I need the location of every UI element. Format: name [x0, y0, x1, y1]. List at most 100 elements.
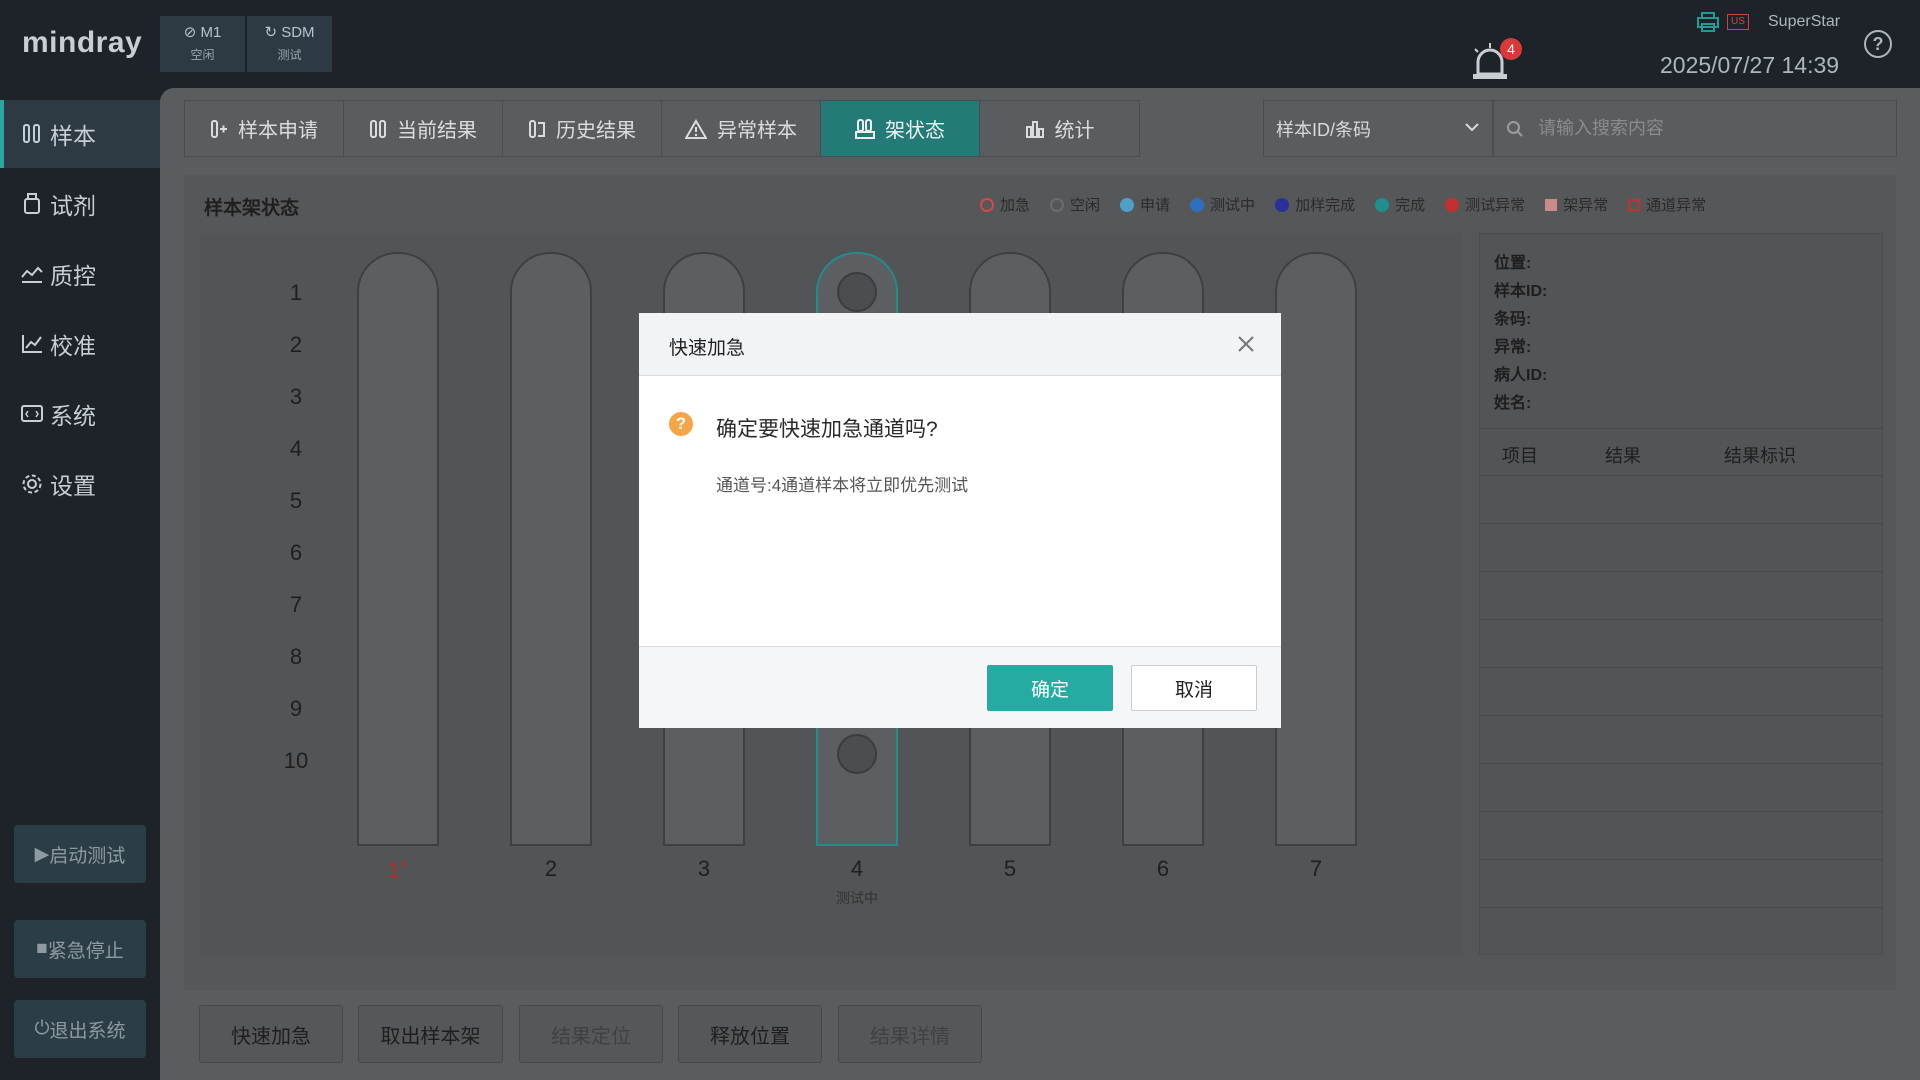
row-number: 3: [289, 384, 303, 409]
tab-current-results[interactable]: 当前结果: [344, 101, 503, 156]
help-icon[interactable]: ?: [1864, 30, 1892, 58]
module-sdm-state: 测试: [277, 48, 302, 62]
sidebar-item-settings[interactable]: 设置: [0, 450, 160, 518]
module-sdm-status[interactable]: ↻ SDM 测试: [247, 16, 332, 72]
info-abnormal-label: 异常:: [1494, 339, 1532, 356]
close-icon[interactable]: [1235, 333, 1257, 355]
row-number: 4: [289, 436, 303, 461]
module-m1-name: ⊘ M1: [183, 24, 222, 41]
datetime: 2025/07/27 14:39: [1660, 52, 1840, 78]
tab-abnormal-samples[interactable]: 异常样本: [662, 101, 821, 156]
exit-system-button[interactable]: ⏻ 退出系统: [14, 1000, 146, 1058]
remove-rack-button[interactable]: 取出样本架: [358, 1005, 503, 1063]
sidebar-item-reagent[interactable]: 试剂: [0, 170, 160, 238]
rack-label-2: 2: [544, 856, 558, 881]
tube-add-icon: [210, 119, 228, 139]
legend-testing: 测试中: [1190, 194, 1255, 215]
results-table-header: [1479, 428, 1883, 476]
legend-complete: 完成: [1375, 194, 1425, 215]
rack-icon: [855, 118, 875, 139]
sidebar-item-label: 质控: [50, 263, 96, 289]
quick-urgent-dialog: 快速加急 ? 确定要快速加急通道吗? 通道号:4通道样本将立即优先测试 确定 取…: [639, 313, 1281, 728]
sidebar-item-label: 样本: [50, 123, 96, 149]
reagent-bottle-icon: [20, 192, 44, 216]
row-number: 8: [289, 644, 303, 669]
info-barcode-label: 条码:: [1494, 311, 1532, 328]
rack-label-1: 1+: [387, 856, 409, 883]
legend-idle: 空闲: [1050, 194, 1100, 215]
confirm-button[interactable]: 确定: [987, 665, 1113, 711]
sidebar-item-label: 校准: [50, 333, 96, 359]
search-box: [1493, 100, 1897, 157]
start-test-button[interactable]: ▶ 启动测试: [14, 825, 146, 883]
legend-channel-error: 通道异常: [1628, 194, 1706, 215]
table-row-divider: [1479, 907, 1883, 908]
legend-rack-error: 架异常: [1545, 194, 1608, 215]
table-row-divider: [1479, 571, 1883, 572]
urgent-mark: +: [399, 856, 409, 873]
quick-urgent-button[interactable]: 快速加急: [199, 1005, 343, 1063]
module-m1-status[interactable]: ⊘ M1 空闲: [160, 16, 245, 72]
table-row-divider: [1479, 667, 1883, 668]
channel-error-square-icon: [1628, 198, 1641, 211]
qc-chart-icon: [20, 262, 44, 286]
sidebar-item-sample[interactable]: 样本: [0, 100, 160, 168]
legend-test-error: 测试异常: [1445, 194, 1525, 215]
sidebar-item-label: 试剂: [50, 193, 96, 219]
table-row-divider: [1479, 715, 1883, 716]
module-sdm-name: ↻ SDM: [264, 24, 315, 41]
search-input[interactable]: [1538, 118, 1858, 139]
rack-channel-7[interactable]: [1275, 252, 1357, 846]
testing-dot-icon: [1190, 197, 1205, 212]
search-type-select[interactable]: 样本ID/条码: [1263, 100, 1493, 157]
tab-statistics[interactable]: 统计: [980, 101, 1139, 156]
rack-channel-1[interactable]: [357, 252, 439, 846]
sample-slot[interactable]: [837, 734, 877, 774]
sidebar-item-label: 设置: [50, 473, 96, 499]
result-details-button[interactable]: 结果详情: [838, 1005, 982, 1063]
rack-label-6: 6: [1156, 856, 1170, 881]
status-legend: 加急 空闲 申请 测试中 加样完成 完成 测试异常 架异常 通道异常: [980, 194, 1726, 215]
rack-channel-2[interactable]: [510, 252, 592, 846]
user-name[interactable]: SuperStar: [1768, 13, 1840, 31]
sidebar-item-calibration[interactable]: 校准: [0, 310, 160, 378]
rack-error-square-icon: [1545, 198, 1558, 211]
table-row-divider: [1479, 523, 1883, 524]
module-m1-state: 空闲: [190, 48, 215, 62]
legend-sampling-done: 加样完成: [1275, 194, 1355, 215]
play-icon: ▶: [34, 843, 50, 865]
rack-label-7: 7: [1309, 856, 1323, 881]
emergency-stop-button[interactable]: ■ 紧急停止: [14, 920, 146, 978]
info-patient-id-label: 病人ID:: [1494, 367, 1548, 384]
info-name-label: 姓名:: [1494, 395, 1532, 412]
chevron-down-icon: [1465, 123, 1479, 132]
release-position-button[interactable]: 释放位置: [678, 1005, 822, 1063]
refresh-icon: ↻: [264, 24, 278, 41]
tab-bar: 样本申请 当前结果 历史结果 异常样本 架状态 统计: [184, 100, 1140, 157]
info-sample-id-label: 样本ID:: [1494, 283, 1548, 300]
mindray-logo: mindray: [22, 26, 143, 59]
row-number: 9: [289, 696, 303, 721]
warning-icon: [685, 118, 707, 139]
dialog-question: 确定要快速加急通道吗?: [716, 418, 938, 441]
calibration-chart-icon: [20, 332, 44, 356]
requested-dot-icon: [1120, 197, 1135, 212]
sidebar-item-system[interactable]: 系统: [0, 380, 160, 448]
sidebar-item-qc[interactable]: 质控: [0, 240, 160, 308]
cancel-button[interactable]: 取消: [1131, 665, 1257, 711]
page-title: 样本架状态: [204, 198, 300, 219]
locate-result-button[interactable]: 结果定位: [519, 1005, 663, 1063]
column-header-item: 项目: [1502, 446, 1538, 466]
sidebar-item-label: 系统: [50, 403, 96, 429]
column-header-result-flag: 结果标识: [1724, 446, 1796, 466]
sample-tubes-icon: [20, 122, 44, 146]
tab-rack-status[interactable]: 架状态: [821, 101, 980, 156]
tab-history-results[interactable]: 历史结果: [503, 101, 662, 156]
row-number: 7: [289, 592, 303, 617]
sample-slot[interactable]: [837, 272, 877, 312]
urgent-ring-icon: [980, 197, 994, 212]
tab-sample-request[interactable]: 样本申请: [185, 101, 344, 156]
idle-ring-icon: [1050, 197, 1065, 212]
rack-label-5: 5: [1003, 856, 1017, 881]
history-icon: [528, 119, 546, 139]
